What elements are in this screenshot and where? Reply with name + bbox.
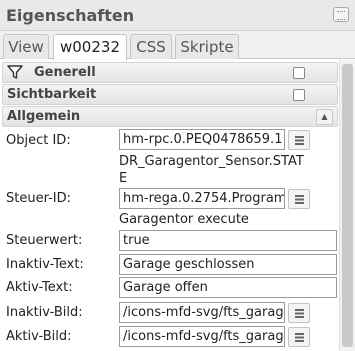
active-image-input[interactable]: /icons-mfd-svg/fts_garag: [119, 326, 285, 347]
control-value-label: Steuerwert:: [6, 233, 83, 248]
inactive-image-picker-icon[interactable]: [288, 303, 310, 323]
panel-title: Eigenschaften: [6, 6, 135, 25]
control-value-input[interactable]: true: [119, 230, 337, 251]
control-id-label: Steuer-ID:: [6, 191, 72, 206]
tab-bar: View w00232 CSS Skripte: [0, 31, 355, 60]
window-options-button[interactable]: [333, 7, 349, 22]
section-common-label: Allgemein: [7, 109, 81, 124]
inactive-text-label: Inaktiv-Text:: [6, 257, 84, 272]
object-id-label: Object ID:: [6, 133, 71, 148]
object-id-name: DR_Garagentor_Sensor.STAT E: [119, 153, 304, 187]
tab-css[interactable]: CSS: [130, 34, 172, 59]
inactive-text-input[interactable]: Garage geschlossen: [119, 254, 337, 275]
object-id-name-line1: DR_Garagentor_Sensor.STAT: [119, 154, 304, 169]
section-general[interactable]: Generell: [2, 62, 338, 83]
vertical-scrollbar[interactable]: [339, 60, 355, 351]
inactive-image-label: Inaktiv-Bild:: [6, 305, 83, 320]
object-id-input[interactable]: hm-rpc.0.PEQ0478659.1: [119, 129, 285, 150]
section-general-checkbox[interactable]: [293, 67, 305, 79]
collapse-icon[interactable]: ▲: [316, 109, 333, 125]
active-text-label: Aktiv-Text:: [6, 280, 73, 295]
filter-icon[interactable]: [7, 64, 23, 84]
tab-widget[interactable]: w00232: [53, 34, 127, 60]
tab-scripts[interactable]: Skripte: [175, 34, 239, 59]
active-image-picker-icon[interactable]: [288, 327, 310, 347]
section-general-label: Generell: [34, 65, 96, 80]
control-id-name: Garagentor execute: [119, 212, 249, 227]
object-id-picker-icon[interactable]: [288, 130, 310, 150]
section-visibility-label: Sichtbarkeit: [7, 87, 97, 102]
active-text-input[interactable]: Garage offen: [119, 277, 337, 298]
section-visibility[interactable]: Sichtbarkeit: [2, 84, 338, 105]
panel-header: Eigenschaften: [0, 0, 355, 31]
control-id-picker-icon[interactable]: [288, 189, 310, 209]
section-common[interactable]: Allgemein ▲: [2, 106, 338, 127]
object-id-name-line2: E: [119, 171, 128, 186]
inactive-image-input[interactable]: /icons-mfd-svg/fts_garag: [119, 302, 285, 323]
scrollbar-thumb[interactable]: [342, 64, 353, 347]
control-id-input[interactable]: hm-rega.0.2754.Program: [119, 188, 285, 209]
active-image-label: Aktiv-Bild:: [6, 329, 72, 344]
tab-view[interactable]: View: [3, 34, 49, 59]
section-visibility-checkbox[interactable]: [293, 89, 305, 101]
